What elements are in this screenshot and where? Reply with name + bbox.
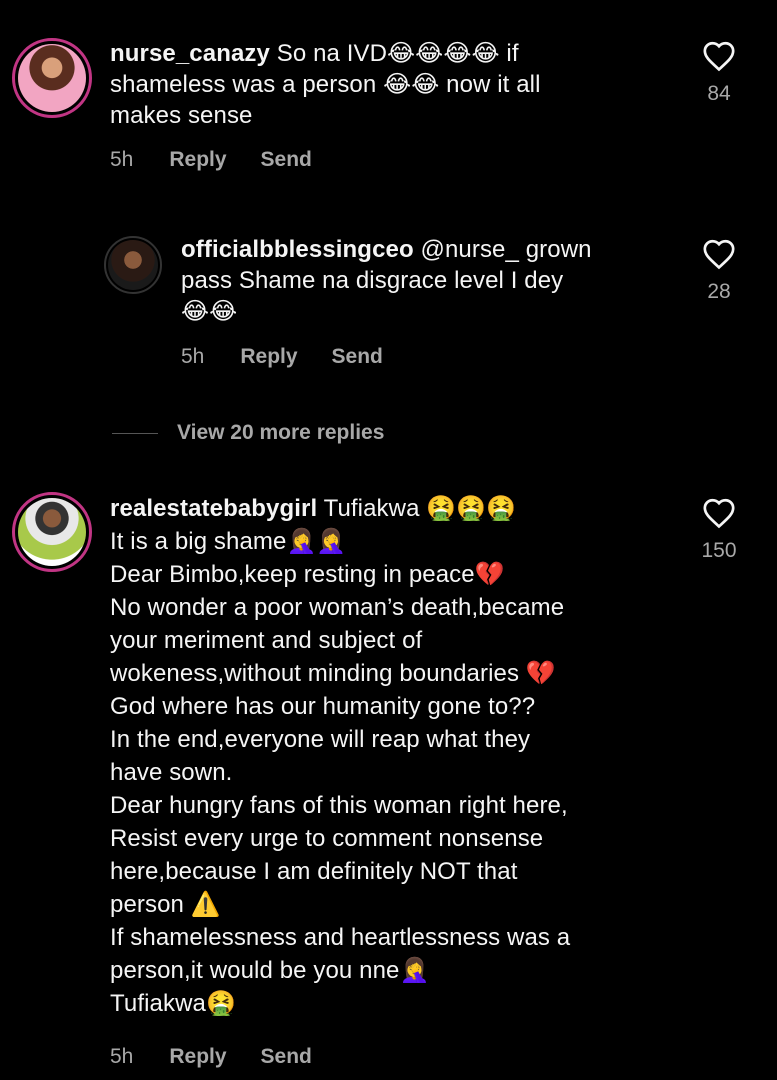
comment-line: No wonder a poor woman’s death,became — [110, 594, 565, 621]
comment-time: 5h — [110, 148, 134, 171]
comment-line: Resist every urge to comment nonsense — [110, 825, 544, 852]
comment-line: have sown. — [110, 759, 233, 786]
heart-outline-icon — [703, 41, 735, 72]
send-button[interactable]: Send — [261, 148, 312, 171]
divider — [112, 432, 158, 434]
comment-line: So na IVD😂😂😂😂 if — [276, 40, 519, 67]
avatar[interactable] — [12, 492, 92, 572]
comment-username[interactable]: realestatebabygirl — [110, 495, 317, 522]
heart-outline-icon — [703, 239, 735, 270]
comment-username[interactable]: nurse_canazy — [110, 40, 270, 67]
comment-line: Dear hungry fans of this woman right her… — [110, 792, 568, 819]
comment-line: 😂😂 — [181, 298, 238, 325]
comment-line: person ⚠️ — [110, 891, 221, 918]
send-button[interactable]: Send — [261, 1045, 312, 1068]
comment-username[interactable]: officialbblessingceo — [181, 236, 414, 263]
like-button[interactable]: 150 — [689, 497, 749, 563]
comment-line: wokeness,without minding boundaries 💔 — [110, 660, 556, 687]
view-more-replies-button[interactable]: View 20 more replies — [112, 418, 384, 448]
comment-line: In the end,everyone will reap what they — [110, 726, 531, 753]
like-count: 84 — [707, 82, 731, 105]
comment-body: nurse_canazy So na IVD😂😂😂😂 if shameless … — [110, 38, 541, 131]
reply-button[interactable]: Reply — [169, 1045, 226, 1068]
view-more-replies-label: View 20 more replies — [177, 421, 385, 444]
comment-actions: 5h Reply Send — [110, 148, 346, 172]
comment-line: person,it would be you nne🤦‍♀️ — [110, 957, 430, 984]
reply-button[interactable]: Reply — [240, 345, 297, 368]
comment-line: Tufiakwa 🤮🤮🤮 — [323, 495, 517, 522]
reply-button[interactable]: Reply — [169, 148, 226, 171]
comment-line: It is a big shame🤦‍♀️🤦‍♀️ — [110, 528, 347, 555]
comment-time: 5h — [110, 1045, 134, 1068]
comment-line: your meriment and subject of — [110, 627, 423, 654]
comment-actions: 5h Reply Send — [110, 1045, 346, 1069]
avatar[interactable] — [12, 38, 92, 118]
like-count: 150 — [701, 539, 737, 562]
comment-line: here,because I am definitely NOT that — [110, 858, 518, 885]
comment-line: @nurse_ grown — [420, 236, 592, 263]
comment-line: God where has our humanity gone to?? — [110, 693, 536, 720]
comment-line: Dear Bimbo,keep resting in peace💔 — [110, 561, 505, 588]
comment-line: Tufiakwa🤮 — [110, 990, 236, 1017]
like-button[interactable]: 28 — [689, 238, 749, 304]
comment-body: officialbblessingceo @nurse_ grown pass … — [181, 234, 592, 327]
comment-line: pass Shame na disgrace level I dey — [181, 267, 564, 294]
heart-outline-icon — [703, 498, 735, 529]
comment-line: shameless was a person 😂😂 now it all — [110, 71, 541, 98]
comment-line: makes sense — [110, 102, 253, 129]
like-button[interactable]: 84 — [689, 40, 749, 106]
comment-line: If shamelessness and heartlessness was a — [110, 924, 571, 951]
send-button[interactable]: Send — [332, 345, 383, 368]
comment-body: realestatebabygirl Tufiakwa 🤮🤮🤮 It is a … — [110, 492, 570, 1020]
avatar[interactable] — [104, 236, 162, 294]
comment-actions: 5h Reply Send — [181, 345, 417, 369]
like-count: 28 — [707, 280, 731, 303]
comment-time: 5h — [181, 345, 205, 368]
